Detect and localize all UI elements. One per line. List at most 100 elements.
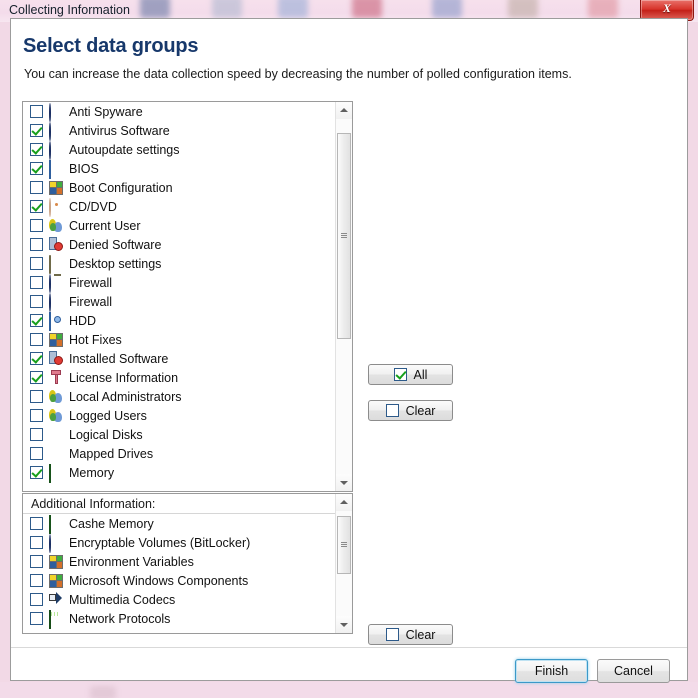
quad-squares-icon (49, 573, 65, 589)
shield-icon (49, 533, 65, 553)
unchecked-checkbox-icon[interactable] (30, 574, 43, 587)
users-icon (49, 218, 65, 234)
unchecked-checkbox-icon[interactable] (30, 257, 43, 270)
list-item[interactable]: CD/DVD (23, 197, 335, 217)
checked-checkbox-icon[interactable] (30, 124, 43, 137)
quad-squares-icon (49, 180, 65, 196)
list-item[interactable]: Denied Software (23, 235, 335, 254)
unchecked-checkbox-icon (385, 404, 399, 417)
additional-information-scrollbar[interactable] (335, 494, 352, 633)
list-item[interactable]: Logged Users (23, 406, 335, 425)
list-item-label: Desktop settings (69, 256, 162, 271)
list-item[interactable]: Local Administrators (23, 387, 335, 406)
key-icon (49, 370, 65, 386)
select-all-button-label: All (413, 367, 428, 382)
list-item[interactable]: Firewall (23, 292, 335, 312)
unchecked-checkbox-icon[interactable] (30, 390, 43, 403)
list-item[interactable]: License Information (23, 368, 335, 387)
list-item-label: Cashe Memory (69, 516, 154, 531)
list-item[interactable]: Microsoft Windows Components (23, 571, 335, 590)
unchecked-checkbox-icon[interactable] (30, 612, 43, 625)
clear-additional-button[interactable]: Clear (368, 624, 453, 645)
additional-information-listbox[interactable]: Additional Information: Cashe Memory Encr… (22, 493, 353, 634)
unchecked-checkbox-icon[interactable] (30, 181, 43, 194)
list-item[interactable]: Installed Software (23, 349, 335, 368)
pie-icon (49, 427, 65, 443)
data-groups-list-viewport: Anti Spyware Antivirus Software Autoupdate… (23, 102, 335, 491)
list-item[interactable]: Cashe Memory (23, 514, 335, 534)
unchecked-checkbox-icon[interactable] (30, 517, 43, 530)
unchecked-checkbox-icon[interactable] (30, 555, 43, 568)
list-item-label: Multimedia Codecs (69, 592, 176, 607)
scroll-down-arrow-icon[interactable] (336, 616, 352, 633)
scroll-up-arrow-icon[interactable] (336, 102, 352, 119)
clear-main-button[interactable]: Clear (368, 400, 453, 421)
shield-icon (49, 102, 65, 122)
list-item[interactable]: Encryptable Volumes (BitLocker) (23, 533, 335, 553)
list-item[interactable]: Hot Fixes (23, 330, 335, 349)
data-groups-listbox[interactable]: Anti Spyware Antivirus Software Autoupdate… (22, 101, 353, 492)
list-item[interactable]: Memory (23, 463, 335, 483)
list-item[interactable]: Desktop settings (23, 254, 335, 274)
speaker-icon (49, 592, 65, 608)
select-all-button[interactable]: All (368, 364, 453, 385)
list-item-label: Firewall (69, 294, 113, 309)
quad-squares-icon (49, 554, 65, 570)
finish-button[interactable]: Finish (515, 659, 588, 683)
cancel-button[interactable]: Cancel (597, 659, 670, 683)
checked-checkbox-icon[interactable] (30, 200, 43, 213)
scrollbar-thumb[interactable] (337, 516, 351, 574)
scroll-up-arrow-icon[interactable] (336, 494, 352, 511)
list-item-label: Encryptable Volumes (BitLocker) (69, 535, 251, 550)
unchecked-checkbox-icon[interactable] (30, 409, 43, 422)
list-item[interactable]: Firewall (23, 273, 335, 293)
unchecked-checkbox-icon[interactable] (30, 295, 43, 308)
list-item-label: Denied Software (69, 237, 162, 252)
close-icon: X (662, 1, 671, 15)
list-item-label: Antivirus Software (69, 123, 170, 138)
list-item-label: Logged Users (69, 408, 147, 423)
unchecked-checkbox-icon[interactable] (30, 593, 43, 606)
checked-checkbox-icon[interactable] (30, 314, 43, 327)
list-item[interactable]: BIOS (23, 159, 335, 179)
users-icon (49, 389, 65, 405)
unchecked-checkbox-icon[interactable] (30, 536, 43, 549)
list-item-label: HDD (69, 313, 97, 328)
data-groups-scrollbar[interactable] (335, 102, 352, 491)
shield-icon (49, 273, 65, 293)
hdd-icon (49, 311, 65, 331)
ram-icon (49, 514, 65, 534)
list-item[interactable]: HDD (23, 311, 335, 331)
list-item-label: Mapped Drives (69, 446, 154, 461)
list-item[interactable]: Network Protocols (23, 609, 335, 629)
unchecked-checkbox-icon[interactable] (30, 219, 43, 232)
list-item[interactable]: Environment Variables (23, 552, 335, 571)
checked-checkbox-icon[interactable] (30, 466, 43, 479)
list-item[interactable]: Boot Configuration (23, 178, 335, 197)
list-item[interactable]: Anti Spyware (23, 102, 335, 122)
finish-button-label: Finish (534, 664, 569, 678)
unchecked-checkbox-icon[interactable] (30, 105, 43, 118)
window-title: Collecting Information (9, 3, 130, 17)
list-item[interactable]: Mapped Drives (23, 444, 335, 463)
checked-checkbox-icon[interactable] (30, 162, 43, 175)
scroll-down-arrow-icon[interactable] (336, 474, 352, 491)
unchecked-checkbox-icon[interactable] (30, 428, 43, 441)
list-item[interactable]: Logical Disks (23, 425, 335, 444)
checked-checkbox-icon[interactable] (30, 143, 43, 156)
list-item[interactable]: Autoupdate settings (23, 140, 335, 160)
unchecked-checkbox-icon[interactable] (30, 447, 43, 460)
list-item-label: Network Protocols (69, 611, 171, 626)
list-item-label: Logical Disks (69, 427, 143, 442)
list-item[interactable]: Antivirus Software (23, 121, 335, 141)
list-item[interactable]: Current User (23, 216, 335, 235)
checked-checkbox-icon[interactable] (30, 352, 43, 365)
cancel-button-label: Cancel (614, 664, 653, 678)
unchecked-checkbox-icon[interactable] (30, 276, 43, 289)
footer-separator (11, 647, 687, 648)
unchecked-checkbox-icon[interactable] (30, 238, 43, 251)
scrollbar-thumb[interactable] (337, 133, 351, 340)
checked-checkbox-icon[interactable] (30, 371, 43, 384)
unchecked-checkbox-icon[interactable] (30, 333, 43, 346)
list-item[interactable]: Multimedia Codecs (23, 590, 335, 609)
